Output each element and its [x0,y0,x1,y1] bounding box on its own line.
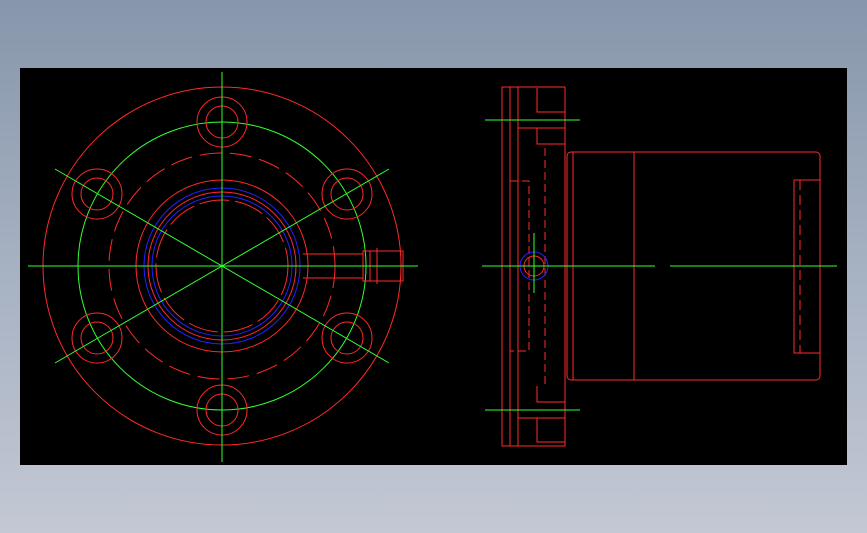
front-view [28,72,418,462]
side-centerlines [482,119,837,411]
cad-drawing-canvas[interactable] [20,68,847,465]
front-centerlines [28,72,418,462]
cad-drawing-svg [28,72,837,462]
side-view [482,86,837,447]
